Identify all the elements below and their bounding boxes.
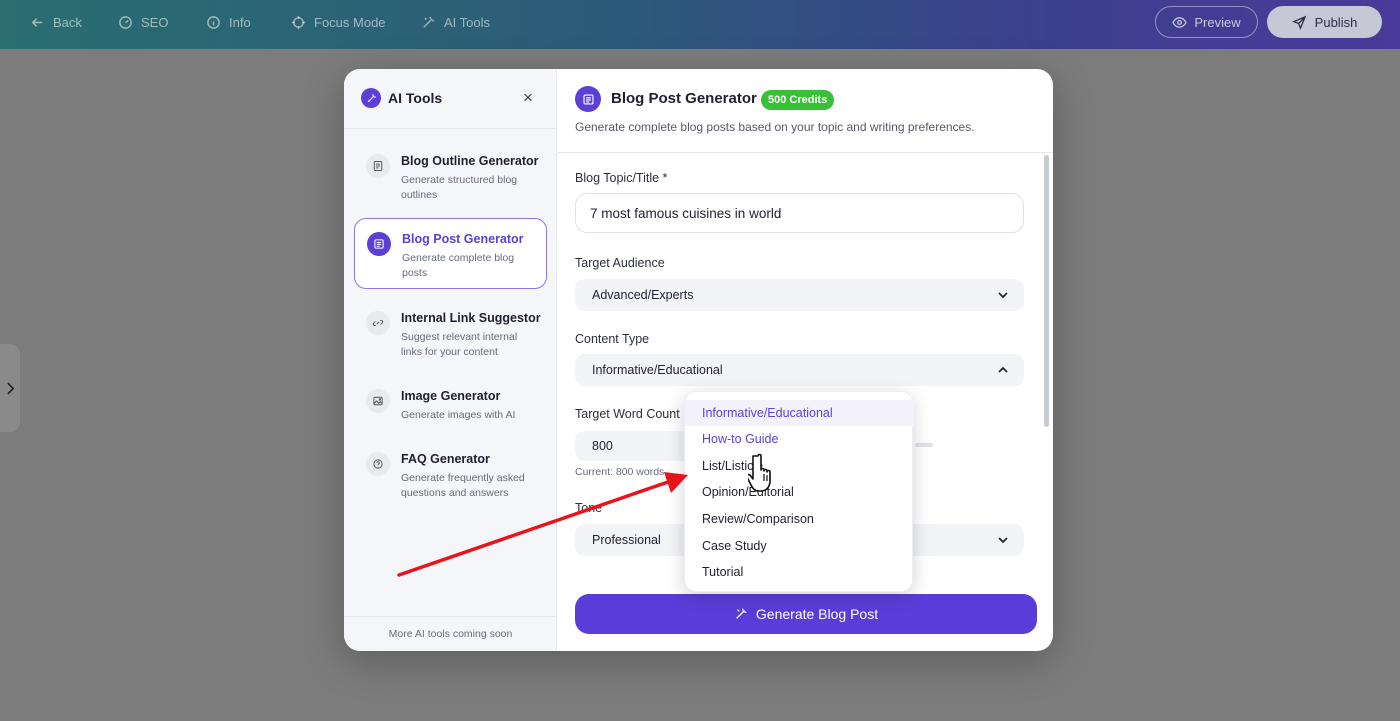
content-type-value: Informative/Educational xyxy=(592,363,723,377)
sidebar-title: AI Tools xyxy=(388,90,443,106)
seo-label: SEO xyxy=(141,15,169,30)
header-divider xyxy=(558,152,1053,153)
back-label: Back xyxy=(53,15,82,30)
tool-blog-outline-generator[interactable]: Blog Outline Generator Generate structur… xyxy=(354,142,547,208)
form-scrollbar[interactable] xyxy=(1044,155,1049,427)
content-type-label: Content Type xyxy=(575,332,650,346)
tool-description: Generate complete blog posts xyxy=(402,252,515,279)
option-case-study[interactable]: Case Study xyxy=(685,533,914,559)
image-icon xyxy=(366,389,390,413)
ai-tools-label: AI Tools xyxy=(444,15,491,30)
word-count-hint: Current: 800 words xyxy=(575,466,665,478)
question-icon xyxy=(366,452,390,476)
tool-name: Blog Post Generator xyxy=(402,232,524,246)
info-label: Info xyxy=(229,15,251,30)
ai-tools-button[interactable]: AI Tools xyxy=(421,15,490,30)
sidebar-header: AI Tools × xyxy=(344,69,557,129)
info-button[interactable]: Info xyxy=(206,15,251,30)
side-panel-toggle[interactable] xyxy=(0,344,20,432)
credits-badge: 500 Credits xyxy=(761,90,835,110)
tool-image-generator[interactable]: Image Generator Generate images with AI xyxy=(354,377,547,427)
preview-label: Preview xyxy=(1194,14,1241,30)
publish-button[interactable]: Publish xyxy=(1267,6,1382,38)
tool-name: Image Generator xyxy=(401,389,501,403)
article-icon xyxy=(367,232,391,256)
chevron-down-icon xyxy=(998,292,1008,299)
chevron-down-icon xyxy=(998,537,1008,544)
chevron-right-icon xyxy=(6,382,14,394)
audience-label: Target Audience xyxy=(575,256,665,270)
crosshair-icon xyxy=(291,15,306,30)
tool-name: FAQ Generator xyxy=(401,452,490,466)
tool-blog-post-generator[interactable]: Blog Post Generator Generate complete bl… xyxy=(354,218,547,289)
link-icon xyxy=(366,311,390,335)
tool-description: Generate structured blog outlines xyxy=(401,174,518,201)
panel-title: Blog Post Generator xyxy=(611,90,757,107)
audience-select[interactable]: Advanced/Experts xyxy=(575,279,1024,311)
option-list-listicle[interactable]: List/Listicle xyxy=(685,453,914,479)
publish-label: Publish xyxy=(1314,14,1358,30)
word-count-slider[interactable] xyxy=(915,443,933,447)
generate-label: Generate Blog Post xyxy=(755,606,879,622)
send-icon xyxy=(1291,15,1307,30)
word-count-label: Target Word Count xyxy=(575,407,680,421)
tool-description: Suggest relevant internal links for your… xyxy=(401,331,518,358)
content-type-dropdown: Informative/Educational How-to Guide Lis… xyxy=(684,391,914,592)
focus-mode-button[interactable]: Focus Mode xyxy=(291,15,386,30)
panel-subtitle: Generate complete blog posts based on yo… xyxy=(575,120,975,134)
hand-cursor-icon xyxy=(748,453,771,492)
arrow-left-icon xyxy=(31,18,43,27)
gauge-icon xyxy=(119,16,132,29)
tool-description: Generate frequently asked questions and … xyxy=(401,472,525,499)
generate-blog-post-button[interactable]: Generate Blog Post xyxy=(575,594,1037,634)
tone-label: Tone xyxy=(575,501,603,515)
chevron-up-icon xyxy=(998,366,1008,373)
close-icon[interactable]: × xyxy=(523,89,533,106)
article-icon xyxy=(575,86,601,112)
magic-wand-icon xyxy=(423,16,435,28)
topic-label: Blog Topic/Title * xyxy=(575,171,668,185)
ai-tools-logo-icon xyxy=(361,88,381,108)
focus-mode-label: Focus Mode xyxy=(314,15,386,30)
info-icon xyxy=(207,16,220,29)
option-opinion-editorial[interactable]: Opinion/Editorial xyxy=(685,479,914,505)
magic-wand-icon xyxy=(736,608,747,619)
document-icon xyxy=(366,154,390,178)
back-button[interactable]: Back xyxy=(30,15,82,30)
option-informative-educational[interactable]: Informative/Educational xyxy=(685,400,914,426)
seo-button[interactable]: SEO xyxy=(118,15,168,30)
option-review-comparison[interactable]: Review/Comparison xyxy=(685,506,914,532)
sidebar-footer: More AI tools coming soon xyxy=(344,616,557,651)
audience-value: Advanced/Experts xyxy=(592,288,694,302)
option-how-to-guide[interactable]: How-to Guide xyxy=(685,426,914,452)
tool-name: Internal Link Suggestor xyxy=(401,311,541,325)
tone-value: Professional xyxy=(592,533,661,547)
eye-icon xyxy=(1172,16,1188,28)
tools-sidebar: AI Tools × Blog Outline Generator Genera… xyxy=(344,69,557,651)
tool-name: Blog Outline Generator xyxy=(401,154,539,168)
tool-description: Generate images with AI xyxy=(401,409,516,421)
tool-internal-link-suggestor[interactable]: Internal Link Suggestor Suggest relevant… xyxy=(354,299,547,365)
option-tutorial[interactable]: Tutorial xyxy=(685,559,914,585)
topic-input[interactable]: 7 most famous cuisines in world xyxy=(575,193,1024,233)
content-type-select[interactable]: Informative/Educational xyxy=(575,354,1024,386)
preview-button[interactable]: Preview xyxy=(1155,6,1258,38)
tool-faq-generator[interactable]: FAQ Generator Generate frequently asked … xyxy=(354,440,547,506)
top-toolbar: Back SEO Info Focus Mode AI Tools Previe… xyxy=(0,0,1400,49)
